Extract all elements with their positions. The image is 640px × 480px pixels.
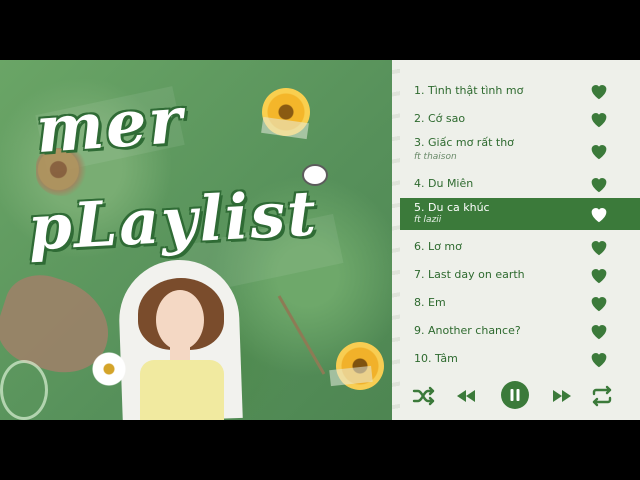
track-title: 7. Last day on earth [414,268,525,281]
track-name: Another chance? [428,324,521,337]
track-number: 4. [414,177,425,190]
track-title: 6. Lơ mơ [414,240,462,253]
track-title: 9. Another chance? [414,324,521,337]
track-row[interactable]: 9. Another chance? [400,316,640,344]
track-title: 3. Giấc mơ rất thơ [414,136,514,149]
track-title: 2. Cớ sao [414,112,465,125]
track-number: 8. [414,296,425,309]
track-number: 1. [414,84,425,97]
cover-art-collage: mer pLaylist [0,60,410,420]
track-name: Giấc mơ rất thơ [428,136,514,149]
track-row[interactable]: 6. Lơ mơ [400,232,640,260]
track-row[interactable]: 10. Tâm [400,344,640,372]
heart-icon[interactable] [588,236,610,258]
track-row[interactable]: 2. Cớ sao [400,104,640,132]
white-flower-image [92,352,126,386]
track-row[interactable]: 1. Tình thật tình mơ [400,76,640,104]
track-number: 10. [414,352,432,365]
track-name: Em [428,296,446,309]
dried-twig-image [277,295,326,375]
track-number: 9. [414,324,425,337]
track-name: Last day on earth [428,268,525,281]
pause-icon[interactable] [500,380,530,410]
heart-icon[interactable] [588,292,610,314]
heart-icon[interactable] [588,203,610,225]
face-illustration [156,290,204,350]
track-featured-artist: ft thaison [414,152,457,162]
track-row-active[interactable]: 5. Du ca khúc ft lazii [400,198,640,230]
track-title: 1. Tình thật tình mơ [414,84,523,97]
player-controls [400,378,640,414]
letterbox-top [0,0,640,60]
track-name: Du Miên [428,177,474,190]
cover-title-line2: pLaylist [26,176,320,265]
heart-icon[interactable] [588,320,610,342]
track-name: Lơ mơ [428,240,462,253]
track-title: 4. Du Miên [414,177,473,190]
previous-icon[interactable] [452,382,480,410]
heart-icon[interactable] [588,264,610,286]
track-row[interactable]: 7. Last day on earth [400,260,640,288]
heart-icon[interactable] [588,348,610,370]
heart-icon[interactable] [588,173,610,195]
next-icon[interactable] [548,382,576,410]
repeat-icon[interactable] [588,382,616,410]
track-name: Tâm [435,352,458,365]
heart-icon[interactable] [588,108,610,130]
shuffle-icon[interactable] [410,382,438,410]
track-title: 5. Du ca khúc [414,201,490,214]
letterbox-bottom [0,420,640,480]
track-featured-artist: ft lazii [414,215,442,225]
track-name: Cớ sao [428,112,466,125]
track-row[interactable]: 8. Em [400,288,640,316]
dress-illustration [140,360,224,420]
scribble-doodle [0,360,48,420]
video-frame: mer pLaylist 1. Tình thật tình mơ 2. Cớ … [0,60,640,420]
track-number: 3. [414,136,425,149]
track-number: 6. [414,240,425,253]
track-number: 7. [414,268,425,281]
track-name: Du ca khúc [428,201,490,214]
track-row[interactable]: 4. Du Miên [400,170,640,198]
cover-title-line1: mer [33,82,187,169]
heart-icon[interactable] [588,140,610,162]
heart-icon[interactable] [588,80,610,102]
track-row[interactable]: 3. Giấc mơ rất thơ ft thaison [400,132,640,168]
track-number: 5. [414,201,425,214]
track-title: 8. Em [414,296,446,309]
track-name: Tình thật tình mơ [428,84,524,97]
track-title: 10. Tâm [414,352,458,365]
track-number: 2. [414,112,425,125]
